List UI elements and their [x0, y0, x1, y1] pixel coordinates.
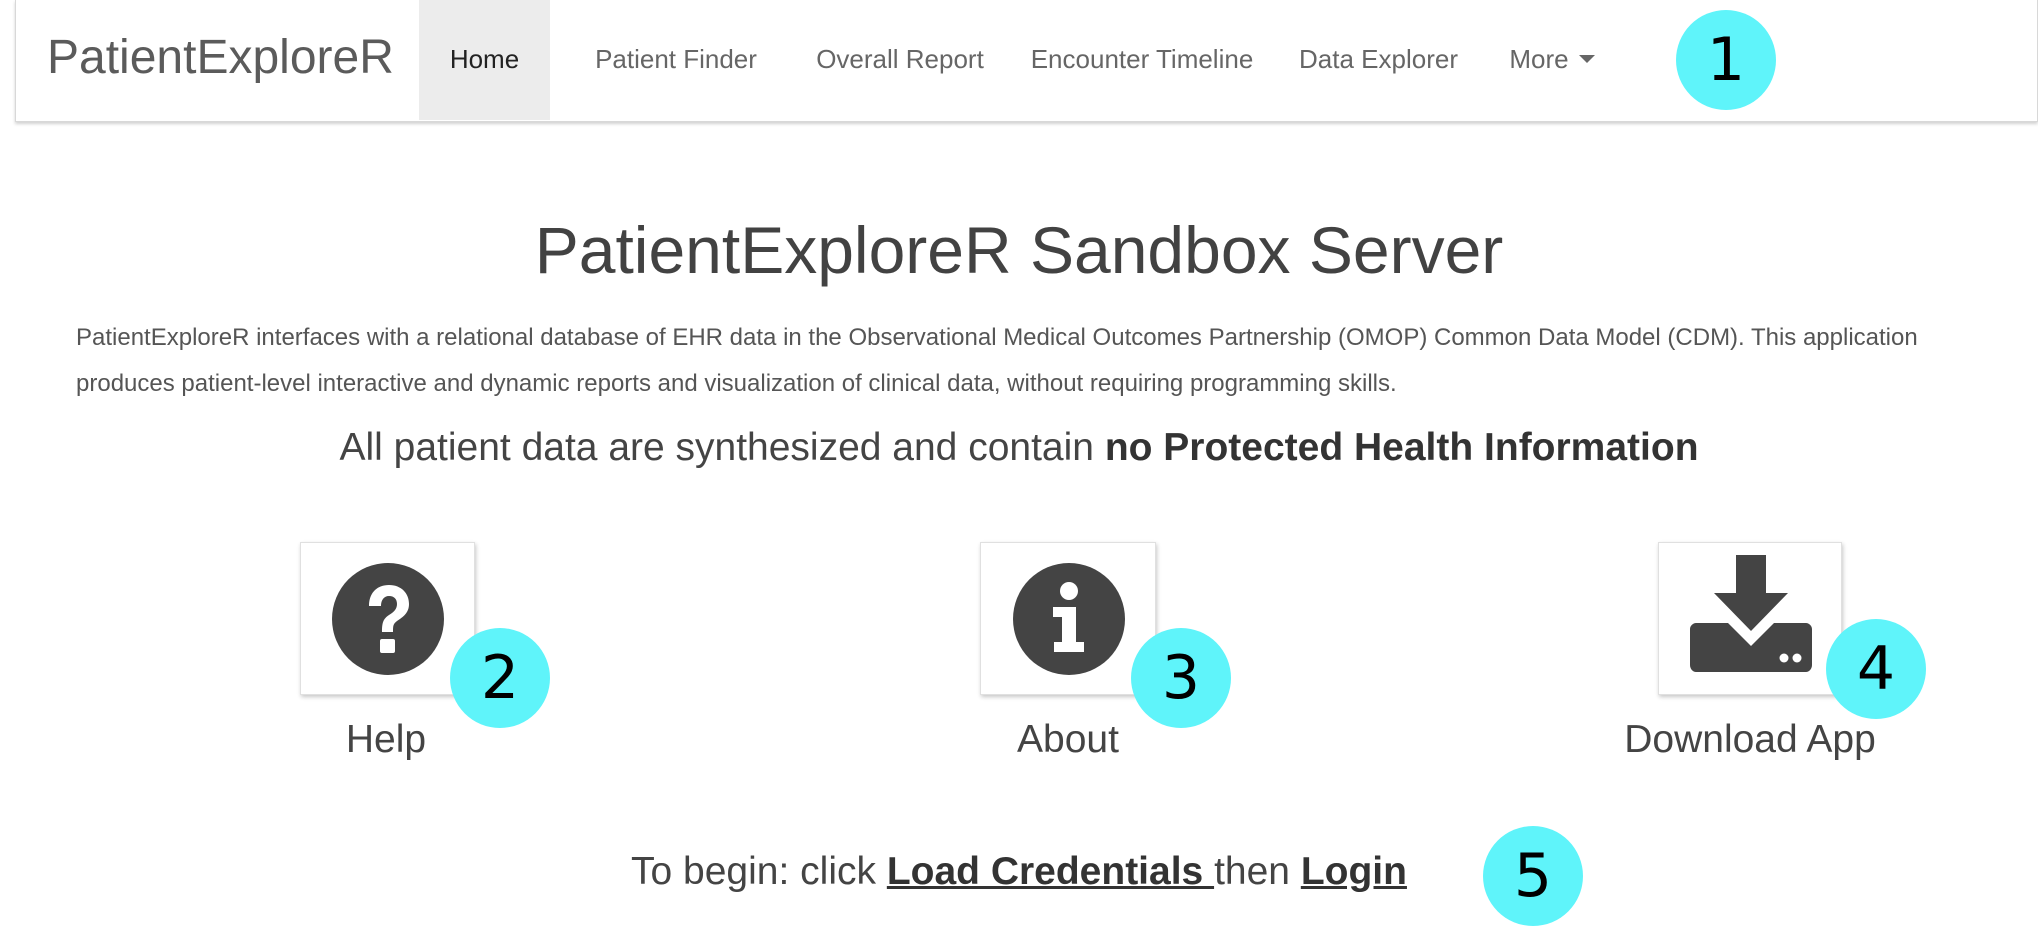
nav-tab-patient-finder[interactable]: Patient Finder	[564, 0, 788, 120]
nav-tab-overall-report[interactable]: Overall Report	[796, 0, 1004, 120]
begin-prefix: To begin: click	[631, 850, 887, 893]
nav-more-label: More	[1509, 44, 1569, 74]
phi-notice-text: All patient data are synthesized and con…	[339, 426, 1105, 469]
download-app-label[interactable]: Download App	[1600, 718, 1900, 762]
begin-middle: then	[1214, 850, 1301, 893]
annotation-badge-4: 4	[1826, 619, 1926, 719]
page-title: PatientExploreR Sandbox Server	[534, 213, 1504, 287]
help-tile[interactable]	[300, 542, 475, 695]
intro-paragraph: PatientExploreR interfaces with a relati…	[76, 324, 1918, 397]
info-circle-icon	[1013, 563, 1125, 675]
phi-notice-bold: no Protected Health Information	[1104, 426, 1699, 469]
download-tile[interactable]	[1658, 542, 1842, 695]
nav-tab-home[interactable]: Home	[419, 0, 550, 120]
annotation-badge-5: 5	[1483, 826, 1583, 926]
nav-tab-data-explorer[interactable]: Data Explorer	[1278, 0, 1479, 120]
begin-instructions: To begin: click Load Credentials then Lo…	[0, 850, 2038, 894]
brand-title[interactable]: PatientExploreR	[47, 0, 394, 120]
nav-tab-encounter-timeline[interactable]: Encounter Timeline	[1016, 0, 1268, 120]
load-credentials-link[interactable]: Load Credentials	[887, 850, 1214, 893]
annotation-badge-2: 2	[450, 628, 550, 728]
login-link[interactable]: Login	[1301, 850, 1407, 893]
nav-menu-more[interactable]: More	[1486, 0, 1618, 120]
phi-notice: All patient data are synthesized and con…	[0, 426, 2038, 470]
chevron-down-icon	[1578, 55, 1595, 64]
annotation-badge-3: 3	[1131, 628, 1231, 728]
help-label[interactable]: Help	[286, 718, 486, 762]
download-icon	[1690, 555, 1812, 672]
about-tile[interactable]	[980, 542, 1156, 695]
annotation-badge-1: 1	[1676, 10, 1776, 110]
question-circle-icon	[332, 563, 444, 675]
about-label[interactable]: About	[968, 718, 1168, 762]
